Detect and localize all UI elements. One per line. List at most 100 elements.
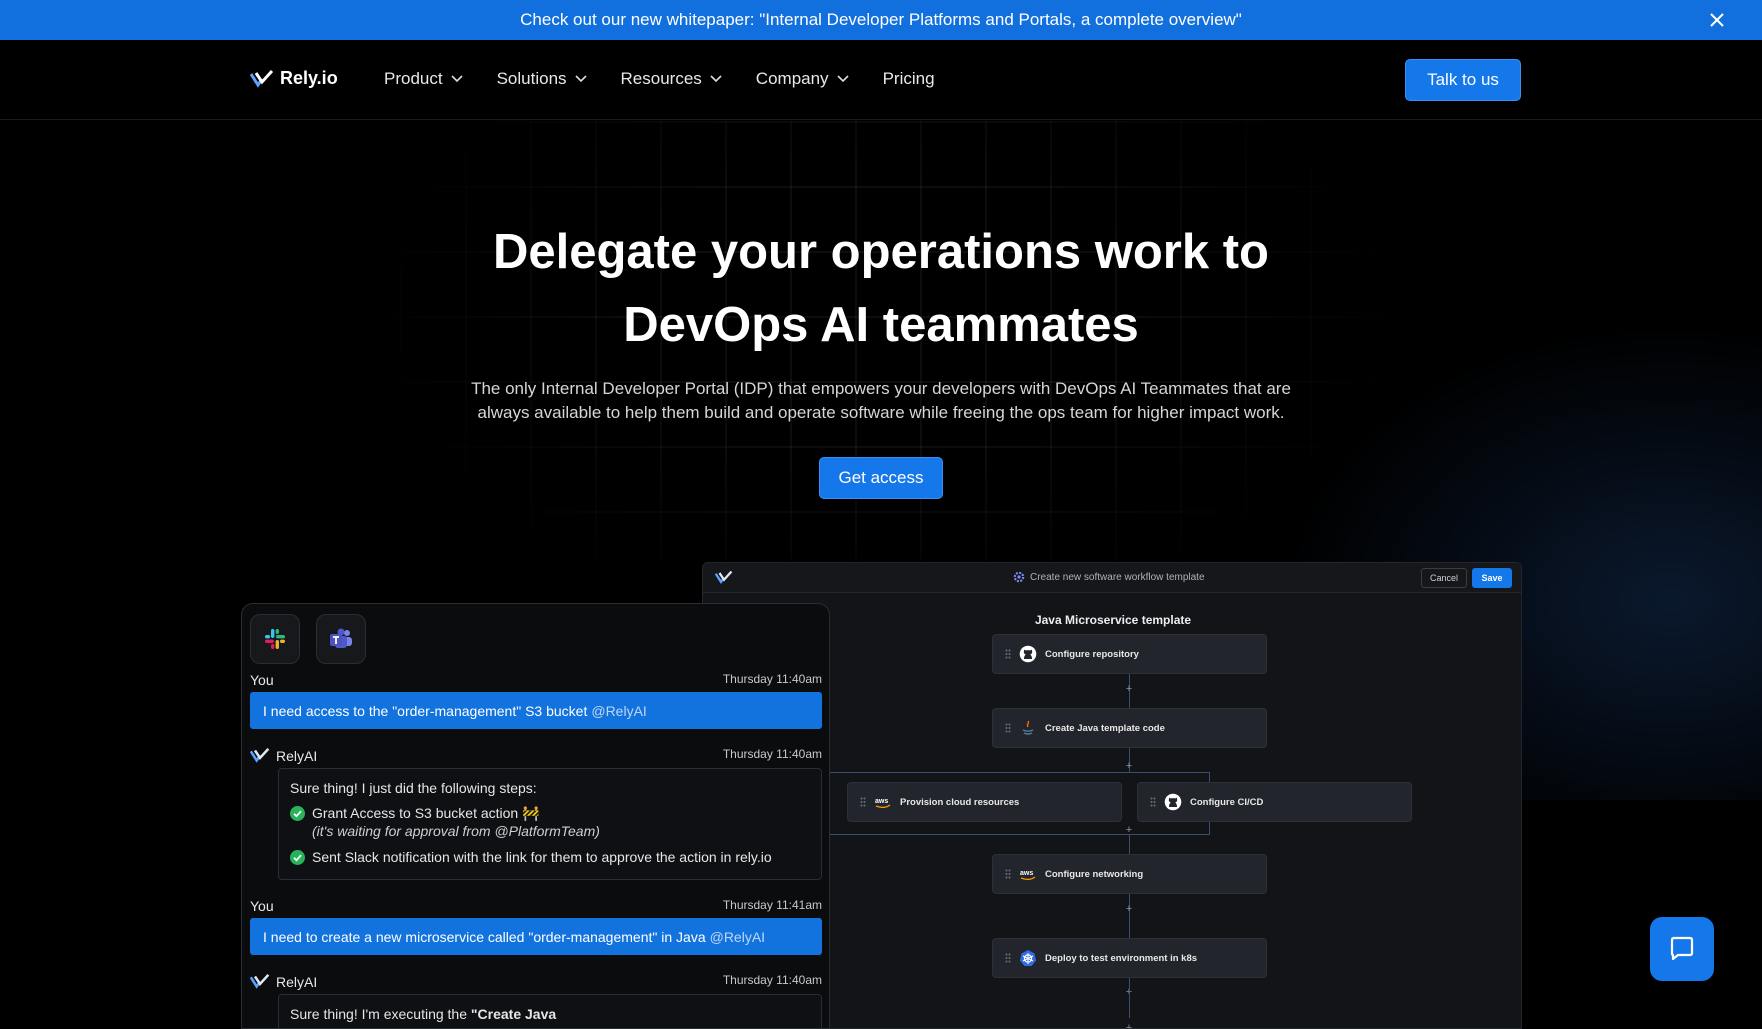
rely-logo-icon (250, 69, 274, 88)
nav-item-solutions[interactable]: Solutions (497, 69, 587, 89)
workflow-header-title: Create new software workflow template (1030, 571, 1205, 583)
node-label: Provision cloud resources (900, 796, 1020, 808)
github-icon (1164, 793, 1182, 811)
hero-title: Delegate your operations work to DevOps … (0, 216, 1762, 362)
message-header: You Thursday 11:41am (250, 898, 822, 914)
timestamp: Thursday 11:40am (722, 672, 822, 686)
get-access-button[interactable]: Get access (819, 457, 943, 499)
chevron-down-icon (836, 75, 849, 83)
nav-item-pricing[interactable]: Pricing (883, 69, 935, 89)
github-icon (1019, 645, 1037, 663)
chevron-down-icon (574, 75, 587, 83)
nav-label: Solutions (496, 69, 567, 88)
cancel-button[interactable]: Cancel (1421, 568, 1467, 588)
chevron-down-icon (451, 75, 463, 83)
drag-handle-icon[interactable] (1005, 649, 1011, 659)
add-step-plus[interactable]: + (1124, 760, 1134, 772)
drag-handle-icon[interactable] (860, 797, 866, 807)
node-label: Configure networking (1045, 868, 1144, 880)
node-label: Create Java template code (1045, 722, 1165, 734)
add-step-plus[interactable]: + (1124, 903, 1134, 915)
message-text-bold: "Create Java (470, 1006, 557, 1022)
nav-label: Pricing (882, 69, 935, 88)
workflow-canvas: Java Microservice template + + + + + Con… (711, 605, 1515, 1028)
svg-text:aws: aws (1020, 870, 1033, 877)
chevron-down-icon (710, 75, 722, 83)
sender: RelyAI (250, 973, 317, 990)
save-button[interactable]: Save (1472, 568, 1512, 588)
nav-label: Product (384, 69, 443, 88)
hero-subtitle-line: always available to help them build and … (477, 403, 1285, 422)
chat-bubble-icon (1670, 936, 1694, 961)
aws-icon: aws (1019, 865, 1037, 883)
add-step-plus[interactable]: + (1124, 1022, 1134, 1028)
drag-handle-icon[interactable] (1150, 797, 1156, 807)
message-text: Sure thing! I'm executing the (290, 1006, 471, 1022)
aws-icon: aws (874, 793, 892, 811)
drag-handle-icon[interactable] (1005, 723, 1011, 733)
connector-line (1129, 894, 1130, 938)
sender-name: You (250, 672, 274, 688)
rely-logo-icon (250, 973, 270, 989)
message-text: Sure thing! I just did the following ste… (290, 780, 537, 796)
svg-text:aws: aws (875, 798, 888, 805)
hero-title-line: Delegate your operations work to (493, 225, 1269, 279)
timestamp: Thursday 11:40am (722, 747, 822, 761)
workflow-header: Create new software workflow template (1013, 571, 1205, 583)
nav-item-resources[interactable]: Resources (621, 69, 722, 89)
talk-to-us-button[interactable]: Talk to us (1405, 59, 1521, 101)
sender-name: You (250, 898, 274, 914)
slack-icon (265, 629, 285, 649)
drag-handle-icon[interactable] (1005, 869, 1011, 879)
java-icon (1019, 719, 1037, 737)
close-icon[interactable] (1708, 11, 1726, 29)
connector-line (778, 772, 1210, 773)
node-label: Configure CI/CD (1190, 796, 1264, 808)
hero-subtitle: The only Internal Developer Portal (IDP)… (430, 377, 1332, 425)
ai-message: Sure thing! I'm executing the "Create Ja… (278, 994, 822, 1028)
nav-item-product[interactable]: Product (384, 69, 463, 89)
nav-label: Company (755, 69, 829, 88)
brand-logo[interactable]: Rely.io (250, 68, 338, 89)
support-chat-button[interactable] (1650, 917, 1714, 981)
node-configure-cicd[interactable]: Configure CI/CD (1137, 782, 1412, 822)
mention[interactable]: @PlatformTeam (494, 823, 595, 839)
step-subtext-suffix: ) (595, 823, 600, 839)
node-provision-cloud-resources[interactable]: aws Provision cloud resources (847, 782, 1122, 822)
node-configure-repository[interactable]: Configure repository (992, 634, 1267, 674)
ai-message: Sure thing! I just did the following ste… (278, 768, 822, 880)
connector-line (1129, 834, 1130, 854)
hero-title-line: DevOps AI teammates (623, 298, 1139, 352)
step-text: Grant Access to S3 bucket action 🚧 (312, 805, 540, 821)
drag-handle-icon[interactable] (1005, 953, 1011, 963)
sender-name: RelyAI (276, 747, 318, 764)
announcement-text[interactable]: Check out our new whitepaper: "Internal … (520, 10, 1242, 30)
user-message: I need to create a new microservice call… (250, 918, 822, 955)
message-text: I need access to the "order-management" … (263, 702, 588, 719)
brand-name: Rely.io (280, 68, 338, 88)
node-deploy-test-k8s[interactable]: Deploy to test environment in k8s (992, 938, 1267, 978)
mention[interactable]: @RelyAI (591, 703, 646, 719)
check-circle-icon (290, 850, 305, 865)
node-create-java-template[interactable]: Create Java template code (992, 708, 1267, 748)
user-message: I need access to the "order-management" … (250, 692, 822, 729)
teams-app-tile[interactable] (316, 614, 366, 664)
node-configure-networking[interactable]: aws Configure networking (992, 854, 1267, 894)
nav-item-company[interactable]: Company (756, 69, 849, 89)
add-step-plus[interactable]: + (1124, 683, 1134, 695)
chat-panel: You Thursday 11:40am I need access to th… (241, 603, 830, 1029)
node-label: Deploy to test environment in k8s (1045, 952, 1198, 964)
rely-logo-icon (250, 747, 270, 763)
mention[interactable]: @RelyAI (710, 929, 765, 945)
workflow-toolbar: Create new software workflow template Ca… (703, 563, 1521, 593)
nav-label: Resources (620, 69, 702, 88)
message-text: I need to create a new microservice call… (263, 928, 706, 945)
message-header: You Thursday 11:40am (250, 672, 822, 688)
slack-app-tile[interactable] (250, 614, 300, 664)
gear-icon (1013, 571, 1025, 583)
template-title: Java Microservice template (1034, 613, 1192, 627)
connector-line (1209, 822, 1210, 834)
check-circle-icon (290, 806, 305, 821)
hero-subtitle-line: The only Internal Developer Portal (IDP)… (471, 379, 1291, 398)
step-subtext-prefix: (it's waiting for approval from (312, 823, 495, 839)
